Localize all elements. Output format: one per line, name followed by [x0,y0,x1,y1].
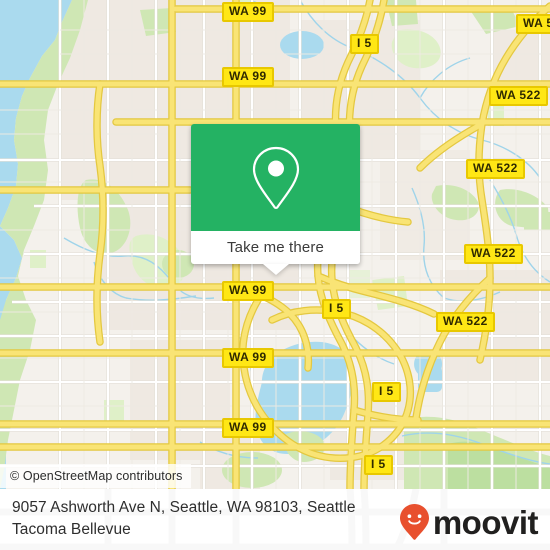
route-shield-label: I 5 [371,457,386,471]
route-shield: WA 522 [489,86,548,106]
route-shield-label: WA 99 [229,4,267,18]
route-shield-label: WA 522 [523,16,550,30]
moovit-smiley-pin-icon [399,504,429,540]
moovit-wordmark: moovit [432,503,539,541]
route-shield: WA 99 [222,418,274,438]
osm-attribution-text: © OpenStreetMap contributors [10,469,183,483]
route-shield: I 5 [350,34,379,54]
route-shield: WA 522 [466,159,525,179]
route-shield-label: I 5 [379,384,394,398]
moovit-logo[interactable]: moovit [399,503,539,541]
route-shield-label: I 5 [357,36,372,50]
route-shield: WA 99 [222,2,274,22]
route-shield: WA 522 [464,244,523,264]
route-shield-label: WA 522 [443,314,488,328]
route-shield-label: WA 99 [229,420,267,434]
route-shield: I 5 [372,382,401,402]
take-me-there-label: Take me there [227,239,324,256]
osm-attribution: © OpenStreetMap contributors [0,464,191,488]
footer-bar: 9057 Ashworth Ave N, Seattle, WA 98103, … [0,489,550,550]
map-pin-icon [252,146,299,209]
route-shield-label: I 5 [329,301,344,315]
route-shield: I 5 [364,455,393,475]
moovit-map-screenshot: WA 99 I 5 WA 99 WA 522 WA 522 WA 522 WA 522 WA … [0,0,550,550]
route-shield: I 5 [322,299,351,319]
route-shield: WA 522 [516,14,550,34]
location-callout-card[interactable]: Take me there [191,124,360,275]
route-shield-label: WA 522 [496,88,541,102]
card-pointer-tail [262,264,289,275]
route-shield: WA 99 [222,67,274,87]
card-action-bar[interactable]: Take me there [191,231,360,275]
route-shield: WA 522 [436,312,495,332]
route-shield-label: WA 99 [229,283,267,297]
route-shield-label: WA 99 [229,69,267,83]
route-shield-label: WA 522 [471,246,516,260]
route-shield-label: WA 99 [229,350,267,364]
water-pond-north [280,31,324,59]
address-text: 9057 Ashworth Ave N, Seattle, WA 98103, … [12,499,356,538]
card-hero [191,124,360,231]
route-shield: WA 99 [222,348,274,368]
route-shield: WA 99 [222,281,274,301]
route-shield-label: WA 522 [473,161,518,175]
